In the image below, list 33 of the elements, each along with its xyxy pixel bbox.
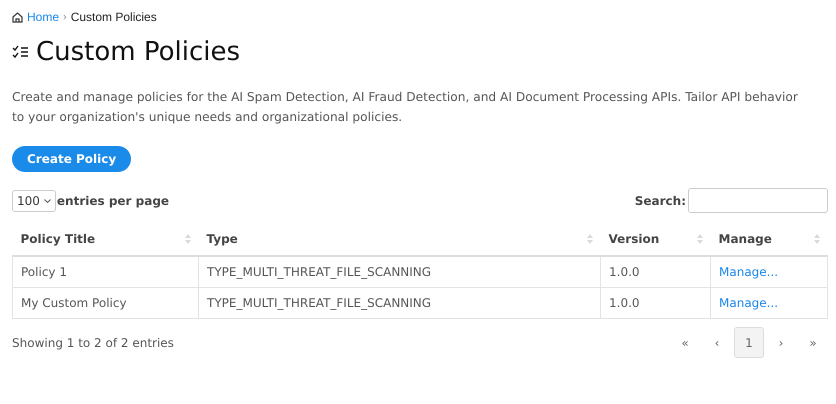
page-button[interactable]: » <box>798 327 828 358</box>
table-cell: TYPE_MULTI_THREAT_FILE_SCANNING <box>207 296 432 310</box>
caret-icon <box>44 198 51 202</box>
page-size-label: entries per page <box>56 194 170 208</box>
breadcrumb-link[interactable]: Home <box>27 10 60 24</box>
page-size-select[interactable]: 100 <box>12 190 56 212</box>
search-field[interactable] <box>688 188 828 213</box>
sort-icon <box>184 234 190 244</box>
sort-icon <box>696 234 702 244</box>
table-cell: 1.0.0 <box>609 265 640 279</box>
page-button[interactable]: › <box>766 327 796 358</box>
home-icon <box>12 12 23 22</box>
column-header[interactable]: Policy Title <box>20 232 96 246</box>
create-policy-button[interactable]: Create Policy <box>12 146 132 172</box>
page-button[interactable]: « <box>670 327 700 358</box>
table-cell: TYPE_MULTI_THREAT_FILE_SCANNING <box>207 265 432 279</box>
breadcrumb-separator: › <box>63 11 67 23</box>
page-title: Custom Policies <box>36 36 240 68</box>
search-label: Search: <box>634 194 686 208</box>
sort-icon <box>586 234 592 244</box>
column-header[interactable]: Version <box>608 232 660 246</box>
page-button[interactable]: ‹ <box>702 327 732 358</box>
table-cell: My Custom Policy <box>21 296 127 310</box>
table-cell: 1.0.0 <box>609 296 640 310</box>
page-description: Create and manage policies for the AI Spam Detection, AI Fraud Detection, and AI Document Processing APIs. Tailor API behavior to your organization's unique needs and organizational policies. <box>12 89 799 126</box>
entries-info: Showing 1 to 2 of 2 entries <box>12 336 174 350</box>
breadcrumb-current: Custom Policies <box>70 10 157 24</box>
page-button[interactable]: 1 <box>734 327 764 358</box>
table-cell: Policy 1 <box>21 265 67 279</box>
sort-icon <box>814 234 820 244</box>
column-header[interactable]: Type <box>206 232 238 246</box>
column-header[interactable]: Manage <box>718 232 772 246</box>
checklist-icon <box>12 45 29 59</box>
